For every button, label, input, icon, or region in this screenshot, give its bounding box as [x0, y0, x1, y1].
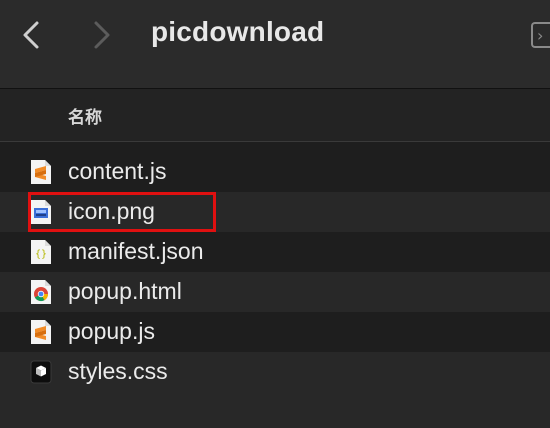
sublime-file-icon [31, 160, 51, 184]
file-name: popup.js [68, 318, 155, 344]
file-name: styles.css [68, 358, 168, 384]
empty-list-area [0, 392, 550, 428]
chevron-right-icon [94, 21, 110, 49]
svg-text:{}: {} [35, 249, 47, 260]
list-header: 名称 [0, 89, 550, 142]
json-file-icon: {} [31, 240, 51, 264]
file-row-content-js[interactable]: content.js [0, 152, 550, 192]
css-file-icon [30, 360, 52, 384]
file-row-manifest-json[interactable]: {} manifest.json [0, 232, 550, 272]
window-title: picdownload [151, 16, 325, 47]
file-name: icon.png [68, 198, 155, 224]
file-name: popup.html [68, 278, 182, 304]
back-button[interactable] [16, 18, 46, 52]
file-row-popup-html[interactable]: popup.html [0, 272, 550, 312]
file-row-styles-css[interactable]: styles.css [0, 352, 550, 392]
file-list: content.js icon.png {} manifest.json pop… [0, 152, 550, 392]
file-name: content.js [68, 158, 167, 184]
chevron-left-icon [23, 21, 39, 49]
sidebar-toggle-icon[interactable]: › [531, 22, 550, 48]
name-column-header[interactable]: 名称 [68, 103, 102, 128]
file-name: manifest.json [68, 238, 204, 264]
finder-toolbar: picdownload › [0, 0, 550, 89]
chrome-file-icon [31, 280, 51, 304]
forward-button[interactable] [87, 18, 117, 52]
file-row-icon-png[interactable]: icon.png [0, 192, 550, 232]
image-file-icon [31, 200, 51, 224]
file-row-popup-js[interactable]: popup.js [0, 312, 550, 352]
sublime-file-icon [31, 320, 51, 344]
